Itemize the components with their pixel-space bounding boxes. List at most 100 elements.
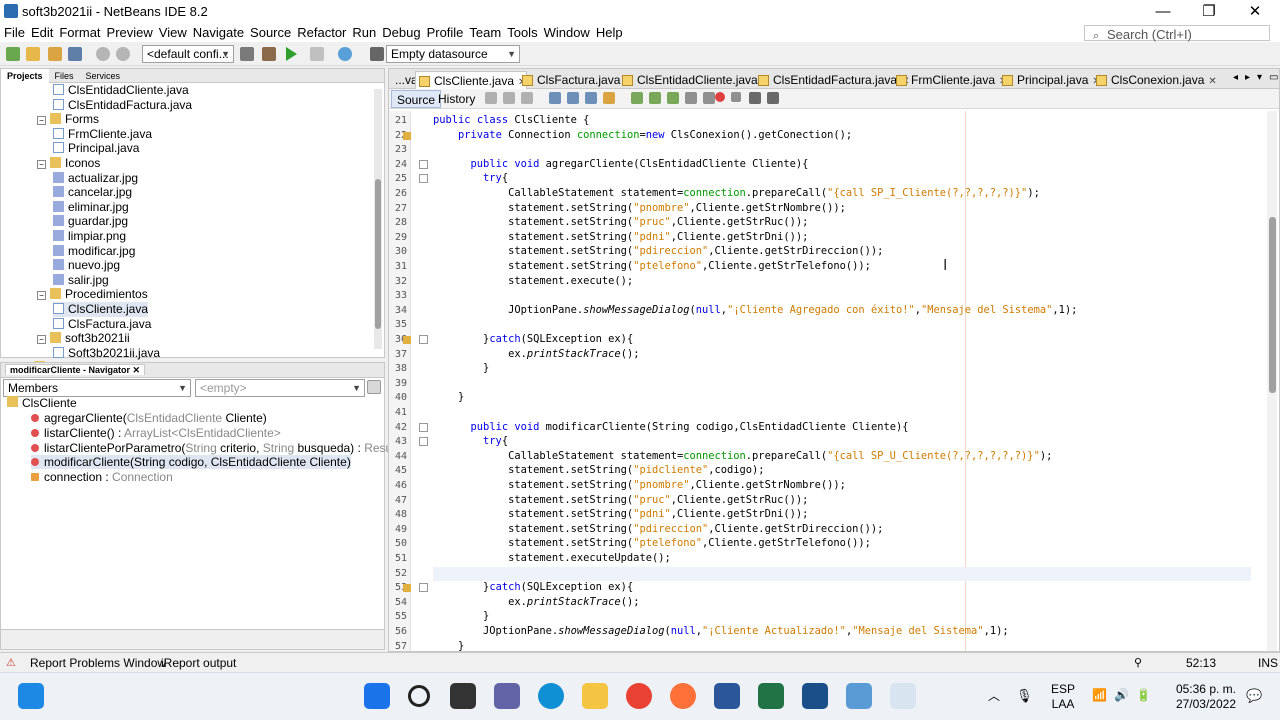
code-line[interactable]: ex.printStackTrace(); [433, 348, 639, 360]
menu-team[interactable]: Team [465, 24, 503, 42]
settings-icon[interactable] [367, 380, 381, 394]
code-line[interactable]: public void agregarCliente(ClsEntidadCli… [433, 158, 809, 170]
tab-services[interactable]: Services [80, 69, 127, 83]
find-next-icon[interactable] [585, 92, 597, 104]
tree-item[interactable]: ClsCliente.java [53, 302, 149, 317]
tree-item[interactable]: modificar.jpg [53, 244, 135, 259]
hint-icon[interactable] [403, 584, 411, 593]
shift-left-icon[interactable] [685, 92, 697, 104]
tree-item[interactable]: limpiar.png [53, 229, 126, 244]
maximize-editor-icon[interactable]: ▭ [1269, 72, 1278, 83]
tree-item[interactable]: guardar.jpg [53, 214, 128, 229]
code-line[interactable]: JOptionPane.showMessageDialog(null,"¡Cli… [433, 304, 1077, 316]
notifications-icon[interactable]: ⚲ [1134, 656, 1142, 669]
code-line[interactable]: CallableStatement statement=connection.p… [433, 450, 1052, 462]
menu-navigate[interactable]: Navigate [189, 24, 246, 42]
menu-file[interactable]: File [0, 24, 27, 42]
tab-projects[interactable]: Projects [1, 69, 49, 83]
history-tab[interactable]: History [433, 90, 480, 108]
search-icon[interactable] [408, 685, 430, 707]
find-icon[interactable] [549, 92, 561, 104]
fold-icon[interactable] [419, 174, 428, 184]
navigator-root[interactable]: ClsCliente [7, 396, 77, 410]
minimize-button[interactable]: — [1140, 2, 1186, 22]
editor-tab[interactable]: ClsEntidadFactura.java✕ [755, 71, 909, 89]
back-icon[interactable] [503, 92, 515, 104]
members-filter-select[interactable]: Members ▼ [3, 379, 191, 397]
stop-macro-icon[interactable] [731, 92, 741, 102]
scrollbar-thumb[interactable] [1269, 217, 1276, 393]
task-view-icon[interactable] [450, 683, 476, 709]
uncomment-icon[interactable] [767, 92, 779, 104]
menu-refactor[interactable]: Refactor [293, 24, 348, 42]
word-icon[interactable] [714, 683, 740, 709]
wifi-icon[interactable]: 📶 [1092, 688, 1107, 703]
search-input[interactable]: ⌕ Search (Ctrl+I) [1084, 25, 1270, 42]
expander-icon[interactable]: − [37, 335, 46, 345]
code-line[interactable]: try{ [433, 172, 508, 184]
tree-item[interactable]: − Forms [37, 112, 99, 127]
fold-icon[interactable] [419, 159, 428, 169]
hint-icon[interactable] [403, 336, 411, 344]
file-explorer-icon[interactable] [582, 683, 608, 709]
code-line[interactable]: statement.setString("pdni",Cliente.getSt… [433, 508, 808, 520]
tree-item[interactable]: ClsEntidadFactura.java [53, 98, 192, 113]
undo-icon[interactable] [96, 47, 110, 61]
tree-item[interactable]: nuevo.jpg [53, 258, 120, 273]
show-hidden-icons-icon[interactable]: ︿ [988, 689, 1000, 704]
build-icon[interactable] [240, 47, 254, 61]
fold-icon[interactable] [419, 437, 428, 447]
code-line[interactable]: statement.setString("pruc",Cliente.getSt… [433, 494, 808, 506]
code-line[interactable]: }catch(SQLException ex){ [433, 581, 633, 593]
battery-icon[interactable]: 🔋 [1136, 688, 1151, 703]
code-line[interactable]: private Connection connection=new ClsCon… [433, 129, 852, 141]
scroll-tabs-right-icon[interactable]: ▸ [1245, 72, 1250, 83]
tab-list-icon[interactable]: ▾ [1257, 72, 1262, 83]
expander-icon[interactable]: − [37, 116, 46, 126]
editor-scrollbar[interactable] [1267, 111, 1277, 651]
tree-item[interactable]: ClsFactura.java [53, 317, 151, 332]
config-select[interactable]: <default confi... ▼ [142, 45, 234, 63]
tree-item[interactable]: FrmCliente.java [53, 127, 152, 142]
code-line[interactable]: } [433, 610, 489, 622]
projects-scrollbar[interactable] [374, 89, 382, 349]
close-icon[interactable]: ✕ [1208, 76, 1216, 87]
close-icon[interactable]: ✕ [133, 365, 141, 375]
menu-format[interactable]: Format [55, 24, 102, 42]
navigator-member[interactable]: connection : Connection [31, 470, 173, 484]
menu-window[interactable]: Window [540, 24, 592, 42]
shift-right-icon[interactable] [703, 92, 715, 104]
menu-tools[interactable]: Tools [503, 24, 539, 42]
snipping-tool-icon[interactable] [890, 683, 916, 709]
tree-item[interactable]: Principal.java [53, 141, 139, 156]
editor-tab[interactable]: ClsEntidadCliente.java✕ [619, 71, 770, 89]
empty-select[interactable]: <empty> ▼ [195, 379, 365, 397]
editor-tab[interactable]: ClsCliente.java✕ [415, 71, 528, 89]
redo-icon[interactable] [116, 47, 130, 61]
language-indicator[interactable]: ESP LAA [1046, 682, 1080, 712]
next-bookmark-icon[interactable] [667, 92, 679, 104]
start-macro-icon[interactable] [715, 92, 725, 102]
code-line[interactable]: ex.printStackTrace(); [433, 596, 639, 608]
code-line[interactable]: statement.setString("pdireccion",Cliente… [433, 523, 883, 535]
tree-item[interactable]: salir.jpg [53, 273, 109, 288]
code-line[interactable]: CallableStatement statement=connection.p… [433, 187, 1040, 199]
close-button[interactable]: ✕ [1232, 2, 1278, 22]
code-line[interactable]: } [433, 362, 489, 374]
navigator-tab[interactable]: modificarCliente - Navigator ✕ [5, 364, 146, 375]
navigator-member[interactable]: listarCliente() : ArrayList<ClsEntidadCl… [31, 426, 281, 440]
volume-icon[interactable]: 🔊 [1114, 688, 1129, 703]
editor-tab[interactable]: FrmCliente.java✕ [893, 71, 1007, 89]
code-line[interactable]: statement.setString("pidcliente",codigo)… [433, 464, 765, 476]
tree-item[interactable]: eliminar.jpg [53, 200, 129, 215]
tree-item[interactable]: − Iconos [37, 156, 100, 171]
report-problems-button[interactable]: Report Problems Window [30, 656, 166, 670]
code-line[interactable] [433, 567, 508, 579]
editor-tab[interactable]: Principal.java✕ [999, 71, 1101, 89]
maximize-button[interactable]: ❐ [1186, 2, 1232, 22]
expander-icon[interactable]: − [37, 291, 46, 301]
highlight-icon[interactable] [603, 92, 615, 104]
new-project-icon[interactable] [26, 47, 40, 61]
code-line[interactable]: statement.execute(); [433, 275, 633, 287]
tree-item[interactable]: Soft3b2021ii.java [53, 346, 160, 361]
